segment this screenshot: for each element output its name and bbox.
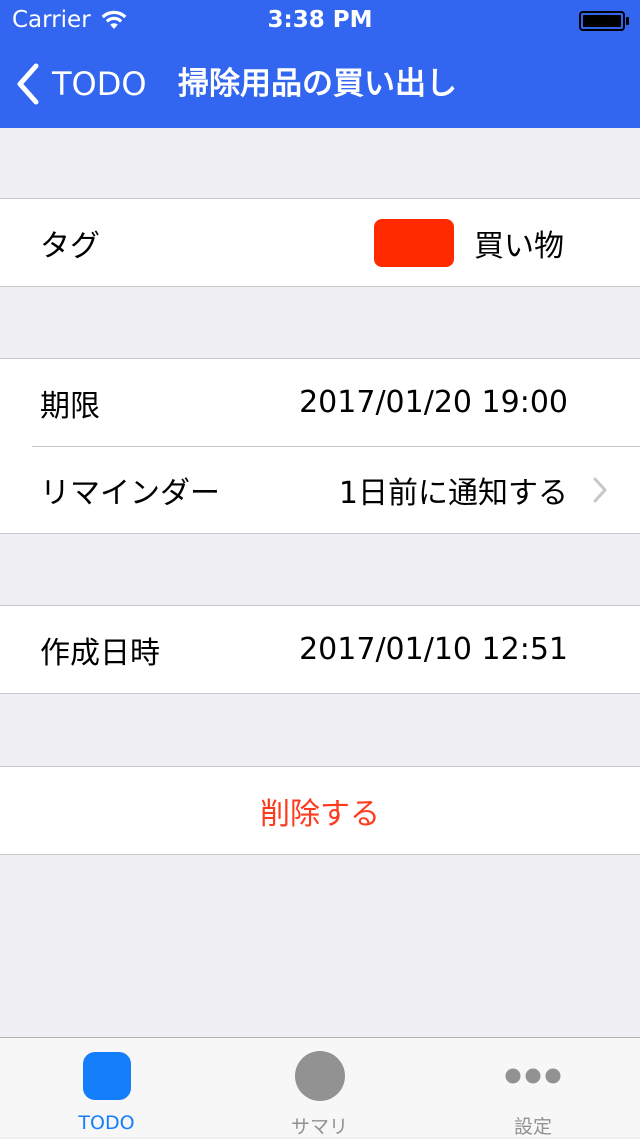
tag-name: 買い物 <box>474 228 564 264</box>
tag-color-swatch <box>374 219 454 267</box>
more-dots-icon <box>505 1068 561 1084</box>
tab-bar: TODO サマリ 設定 <box>0 1037 640 1138</box>
reminder-value: 1日前に通知する <box>338 475 568 511</box>
created-section: 作成日時 2017/01/10 12:51 <box>0 605 640 694</box>
navigation-bar: TODO 掃除用品の買い出し <box>0 40 640 128</box>
battery-icon <box>579 11 629 31</box>
back-button-label: TODO <box>52 65 147 103</box>
back-chevron-icon <box>17 63 39 105</box>
schedule-section: 期限 2017/01/20 19:00 リマインダー 1日前に通知する <box>0 358 640 534</box>
delete-button[interactable]: 削除する <box>0 767 640 854</box>
tag-label: タグ <box>40 228 100 264</box>
chevron-right-icon <box>593 477 607 502</box>
tab-settings[interactable]: 設定 <box>426 1038 640 1138</box>
circle-icon <box>294 1051 345 1101</box>
deadline-label: 期限 <box>40 388 100 424</box>
header: Carrier 3:38 PM TODO 掃除用品の買い出し <box>0 0 640 128</box>
created-value: 2017/01/10 12:51 <box>299 632 568 667</box>
tab-todo-label: TODO <box>78 1112 135 1134</box>
deadline-row[interactable]: 期限 2017/01/20 19:00 <box>0 359 640 446</box>
created-label: 作成日時 <box>40 635 160 671</box>
rounded-square-icon <box>82 1052 131 1100</box>
tab-settings-label: 設定 <box>513 1116 552 1138</box>
tab-summary[interactable]: サマリ <box>213 1038 426 1138</box>
reminder-label: リマインダー <box>40 475 220 511</box>
reminder-row[interactable]: リマインダー 1日前に通知する <box>0 446 640 533</box>
tab-todo[interactable]: TODO <box>0 1038 213 1137</box>
created-row: 作成日時 2017/01/10 12:51 <box>0 606 640 693</box>
delete-button-label: 削除する <box>260 796 380 832</box>
back-button[interactable]: TODO <box>10 60 147 108</box>
status-time: 3:38 PM <box>267 7 373 33</box>
delete-section: 削除する <box>0 766 640 855</box>
tag-section: タグ 買い物 <box>0 198 640 287</box>
deadline-value: 2017/01/20 19:00 <box>299 385 568 420</box>
status-bar: Carrier 3:38 PM <box>0 0 640 40</box>
page-title: 掃除用品の買い出し <box>178 66 457 102</box>
tag-row[interactable]: タグ 買い物 <box>0 199 640 286</box>
tab-summary-label: サマリ <box>290 1116 348 1138</box>
